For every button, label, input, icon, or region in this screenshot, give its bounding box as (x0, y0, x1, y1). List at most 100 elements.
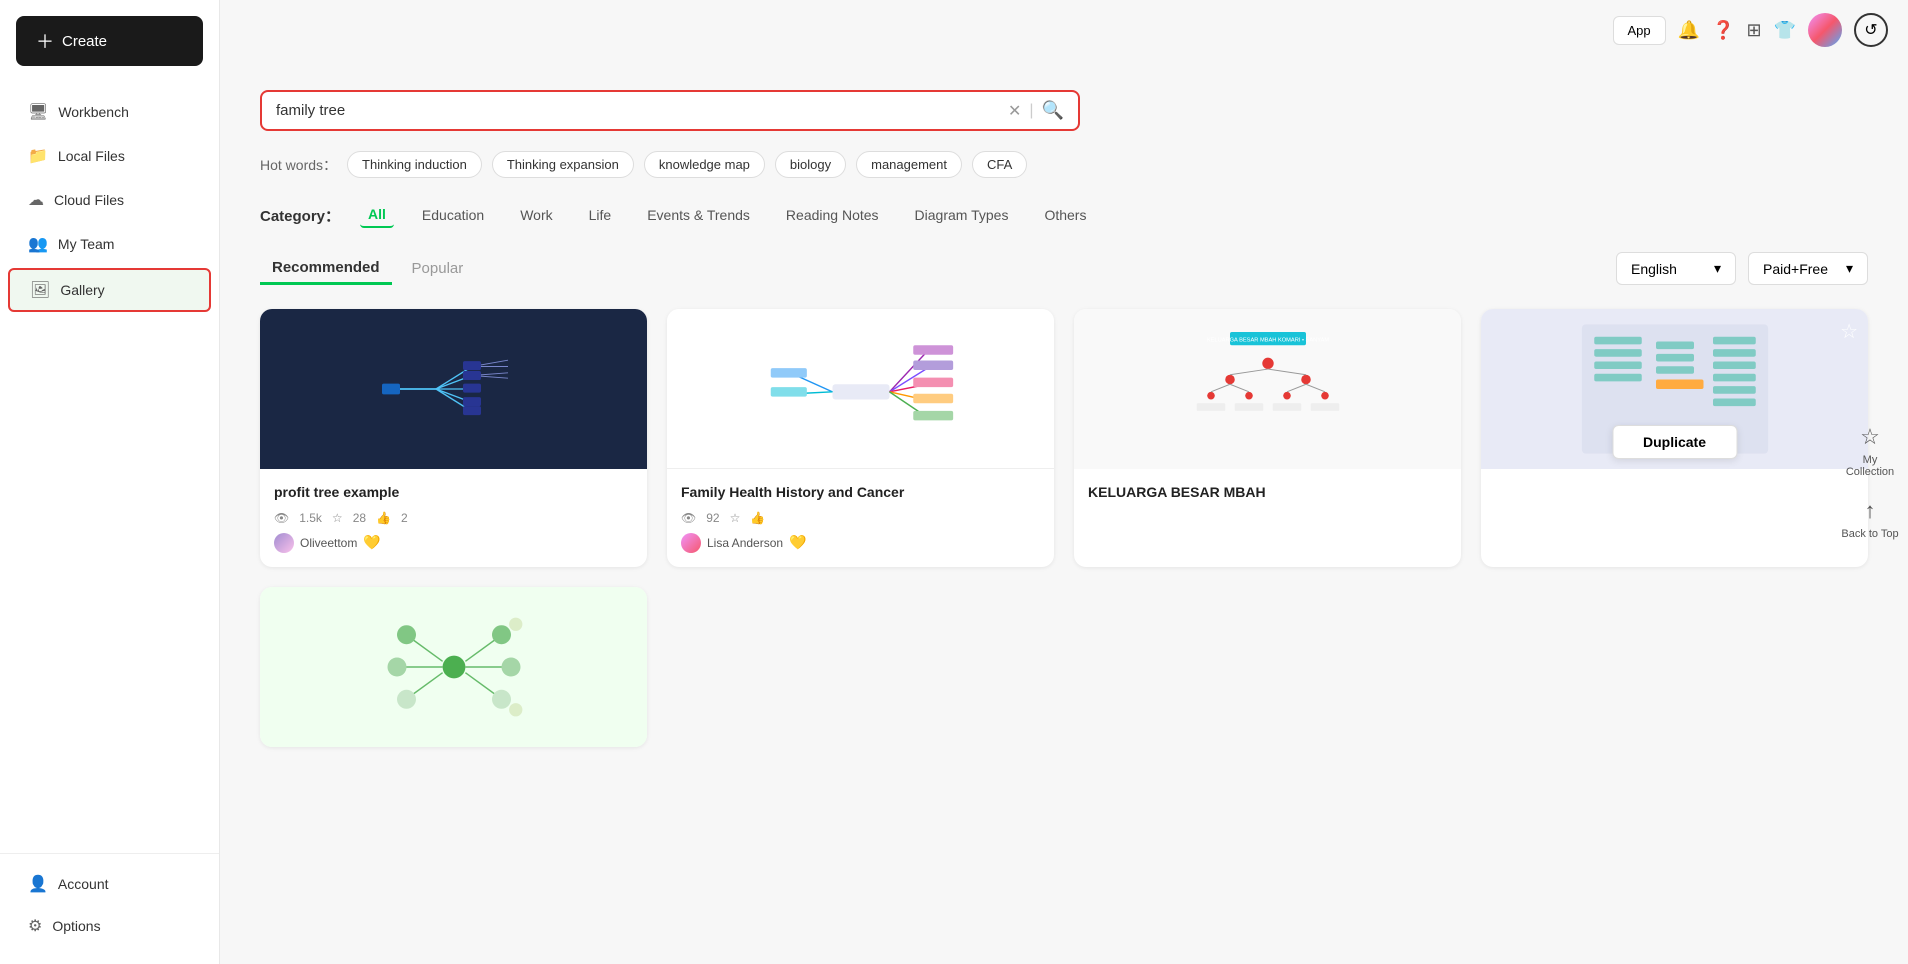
plus-icon: ＋ (36, 28, 54, 54)
hot-tag-management[interactable]: management (856, 151, 962, 178)
search-input[interactable] (276, 102, 1000, 119)
hot-tag-cfa[interactable]: CFA (972, 151, 1027, 178)
hot-tag-thinking-expansion[interactable]: Thinking expansion (492, 151, 634, 178)
content-area: ✕ | 🔍 Hot words： Thinking induction Thin… (220, 60, 1908, 777)
tab-recommended[interactable]: Recommended (260, 253, 392, 285)
cloud-files-icon: ☁ (28, 190, 44, 210)
like-icon-1: 👍 (376, 511, 391, 525)
gallery-icon: 🖼 (30, 280, 50, 300)
cards-grid-row2 (260, 587, 1868, 747)
card-author-1: Oliveettom 💛 (274, 533, 633, 553)
eye-icon-2: 👁 (681, 511, 696, 525)
card-thumb-2 (667, 309, 1054, 469)
card-thumb-3: KELUARGA BESAR MBAH KOMARI • SANYAM (1074, 309, 1461, 469)
card-body-2: Family Health History and Cancer 👁 92 ☆ … (667, 469, 1054, 567)
card-thumb-4: ☆ (1481, 309, 1868, 469)
category-reading[interactable]: Reading Notes (778, 203, 887, 227)
card-stats-1: 👁 1.5k ☆ 28 👍 2 (274, 511, 633, 525)
tabs-controls: English ▾ Paid+Free ▾ (1616, 252, 1868, 285)
category-all[interactable]: All (360, 202, 394, 228)
author-avatar-2 (681, 533, 701, 553)
category-work[interactable]: Work (512, 203, 560, 227)
chevron-down-icon-2: ▾ (1846, 260, 1853, 277)
avatar[interactable] (1808, 13, 1842, 47)
my-collection-button[interactable]: ☆ My Collection (1840, 424, 1900, 478)
hot-words-row: Hot words： Thinking induction Thinking e… (260, 151, 1868, 178)
search-divider: | (1029, 102, 1033, 120)
local-files-icon: 📁 (28, 146, 48, 166)
options-icon: ⚙ (28, 916, 42, 936)
create-button[interactable]: ＋ Create (16, 16, 203, 66)
right-sidebar-float: ☆ My Collection ↑ Back to Top (1832, 408, 1908, 556)
card-thumb-1 (260, 309, 647, 469)
grid-icon[interactable]: ⊞ (1746, 20, 1761, 41)
star-icon-2: ☆ (730, 511, 741, 525)
arrow-up-icon: ↑ (1865, 498, 1876, 524)
sidebar-item-options[interactable]: ⚙ Options (8, 906, 211, 946)
my-team-icon: 👥 (28, 234, 48, 254)
category-education[interactable]: Education (414, 203, 492, 227)
sidebar-bottom: 👤 Account ⚙ Options (0, 853, 219, 948)
workbench-icon: 🖥 (28, 102, 48, 122)
sidebar: ＋ Create 🖥 Workbench 📁 Local Files ☁ Clo… (0, 0, 220, 964)
eye-icon-1: 👁 (274, 511, 289, 525)
category-label: Category： (260, 205, 340, 226)
card-body-1: profit tree example 👁 1.5k ☆ 28 👍 2 Oliv… (260, 469, 647, 567)
card-title-3: KELUARGA BESAR MBAH (1088, 483, 1447, 503)
category-life[interactable]: Life (581, 203, 620, 227)
sidebar-item-account[interactable]: 👤 Account (8, 864, 211, 904)
tab-popular[interactable]: Popular (400, 254, 476, 283)
card-keluarga[interactable]: KELUARGA BESAR MBAH KOMARI • SANYAM (1074, 309, 1461, 567)
help-icon[interactable]: ❓ (1712, 20, 1734, 41)
card-green-mindmap[interactable] (260, 587, 647, 747)
card-title-2: Family Health History and Cancer (681, 483, 1040, 503)
card-family-health[interactable]: Family Health History and Cancer 👁 92 ☆ … (667, 309, 1054, 567)
hot-tag-biology[interactable]: biology (775, 151, 846, 178)
account-icon: 👤 (28, 874, 48, 894)
card-title-1: profit tree example (274, 483, 633, 503)
duplicate-button[interactable]: Duplicate (1612, 425, 1737, 459)
main-content: App 🔔 ❓ ⊞ 👕 ↺ ✕ | 🔍 Hot words： Thinking … (220, 0, 1908, 964)
search-icon[interactable]: 🔍 (1042, 100, 1064, 121)
app-button[interactable]: App (1613, 16, 1666, 45)
sidebar-item-workbench[interactable]: 🖥 Workbench (8, 92, 211, 132)
like-icon-2: 👍 (750, 511, 765, 525)
notification-icon[interactable]: 🔔 (1678, 20, 1700, 41)
cards-grid: profit tree example 👁 1.5k ☆ 28 👍 2 Oliv… (260, 309, 1868, 567)
sidebar-item-gallery[interactable]: 🖼 Gallery (8, 268, 211, 312)
category-row: Category： All Education Work Life Events… (260, 202, 1868, 228)
refresh-icon[interactable]: ↺ (1854, 13, 1888, 47)
search-box: ✕ | 🔍 (260, 90, 1080, 131)
hot-tag-knowledge-map[interactable]: knowledge map (644, 151, 765, 178)
sidebar-item-local-files[interactable]: 📁 Local Files (8, 136, 211, 176)
hot-tag-thinking-induction[interactable]: Thinking induction (347, 151, 482, 178)
star-icon-1: ☆ (332, 511, 343, 525)
card-body-3: KELUARGA BESAR MBAH (1074, 469, 1461, 525)
chevron-down-icon: ▾ (1714, 260, 1721, 277)
gold-badge-1: 💛 (363, 534, 380, 551)
topbar: App 🔔 ❓ ⊞ 👕 ↺ (220, 0, 1908, 60)
sidebar-item-cloud-files[interactable]: ☁ Cloud Files (8, 180, 211, 220)
category-diagram[interactable]: Diagram Types (907, 203, 1017, 227)
search-container: ✕ | 🔍 (260, 90, 1868, 131)
category-events[interactable]: Events & Trends (639, 203, 758, 227)
price-dropdown[interactable]: Paid+Free ▾ (1748, 252, 1868, 285)
gold-badge-2: 💛 (789, 534, 806, 551)
card-profit-tree[interactable]: profit tree example 👁 1.5k ☆ 28 👍 2 Oliv… (260, 309, 647, 567)
svg-text:KELUARGA BESAR MBAH KOMARI • S: KELUARGA BESAR MBAH KOMARI • SANYAM (1206, 338, 1329, 344)
colorful-mindmap-svg (766, 324, 956, 454)
clear-icon[interactable]: ✕ (1008, 101, 1021, 121)
green-mindmap-svg (359, 597, 549, 737)
sidebar-item-my-team[interactable]: 👥 My Team (8, 224, 211, 264)
card-light-mindmap[interactable]: ☆ (1481, 309, 1868, 567)
card-author-2: Lisa Anderson 💛 (681, 533, 1040, 553)
language-dropdown[interactable]: English ▾ (1616, 252, 1736, 285)
back-to-top-button[interactable]: ↑ Back to Top (1841, 498, 1898, 540)
tabs-row: Recommended Popular English ▾ Paid+Free … (260, 252, 1868, 285)
favorite-star-icon[interactable]: ☆ (1840, 319, 1858, 344)
category-others[interactable]: Others (1036, 203, 1094, 227)
gift-icon[interactable]: 👕 (1774, 20, 1796, 41)
hot-words-label: Hot words： (260, 155, 337, 175)
author-avatar-1 (274, 533, 294, 553)
card-thumb-5 (260, 587, 647, 747)
